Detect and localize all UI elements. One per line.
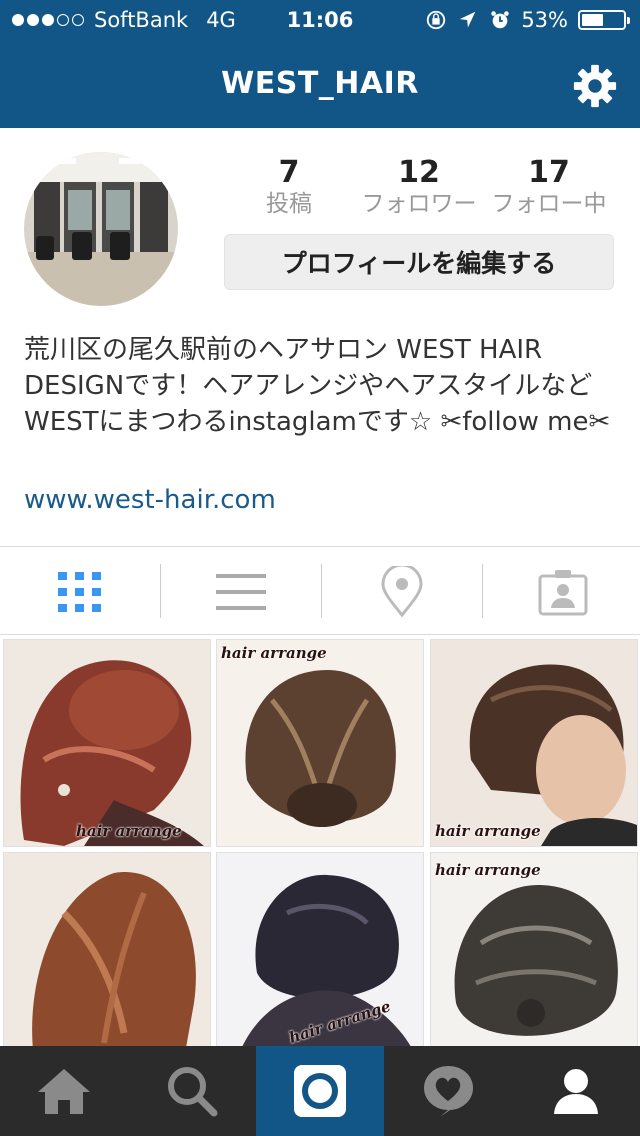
posts-label: 投稿 <box>266 191 312 217</box>
tagged-person-icon <box>538 570 588 616</box>
divider <box>0 634 640 635</box>
salon-photo <box>24 152 178 306</box>
photo-caption: hair arrange <box>221 644 327 662</box>
gear-icon[interactable] <box>572 63 618 109</box>
home-icon <box>38 1069 90 1114</box>
battery-icon <box>578 10 630 30</box>
location-pin-icon <box>381 566 423 618</box>
website-link[interactable]: www.west-hair.com <box>24 485 276 515</box>
following-stat[interactable]: 17 フォロー中 <box>484 156 614 218</box>
photo-caption: hair arrange <box>435 861 541 879</box>
bottom-nav <box>0 1046 640 1136</box>
alarm-clock-icon <box>491 11 510 29</box>
profile-icon <box>554 1069 598 1114</box>
location-arrow-icon <box>460 11 476 28</box>
followers-count: 12 <box>398 155 440 190</box>
activity-heart-icon <box>424 1065 474 1117</box>
edit-profile-button[interactable]: プロフィールを編集する <box>224 234 614 290</box>
nav-search[interactable] <box>128 1046 256 1136</box>
battery-fill <box>582 14 603 26</box>
nav-home[interactable] <box>0 1046 128 1136</box>
grid-icon <box>58 572 101 612</box>
battery-percent: 53% <box>521 8 568 32</box>
rotation-lock-icon <box>427 10 446 30</box>
avatar[interactable] <box>24 152 178 306</box>
search-icon <box>168 1067 218 1117</box>
photo-thumbnail[interactable]: hair arrange <box>216 639 424 847</box>
nav-camera[interactable] <box>256 1046 384 1136</box>
list-icon <box>216 574 266 610</box>
posts-stat[interactable]: 7 投稿 <box>224 156 354 218</box>
status-bar: SoftBank 4G 11:06 53% <box>0 0 640 40</box>
following-label: フォロー中 <box>491 191 607 217</box>
profile-stats: 7 投稿 12 フォロワー 17 フォロー中 <box>224 156 614 218</box>
photo-grid: hair arrange hair arrange hair arrange h… <box>0 636 640 1046</box>
status-right: 53% <box>425 8 630 32</box>
nav-activity[interactable] <box>384 1046 512 1136</box>
tab-tagged[interactable] <box>483 548 640 636</box>
tab-list[interactable] <box>161 548 321 636</box>
nav-profile[interactable] <box>512 1046 640 1136</box>
divider <box>0 546 640 547</box>
photo-thumbnail[interactable] <box>3 852 211 1046</box>
tab-map[interactable] <box>322 548 482 636</box>
view-tabs <box>0 548 640 636</box>
tab-grid[interactable] <box>0 548 160 636</box>
following-count: 17 <box>528 155 570 190</box>
followers-label: フォロワー <box>361 191 477 217</box>
profile-bio: 荒川区の尾久駅前のヘアサロン WEST HAIR DESIGNです！ヘアアレンジ… <box>24 335 611 437</box>
photo-caption: hair arrange <box>435 822 541 840</box>
followers-stat[interactable]: 12 フォロワー <box>354 156 484 218</box>
posts-count: 7 <box>278 155 300 190</box>
page-title: WEST_HAIR <box>221 66 419 101</box>
photo-caption: hair arrange <box>76 822 182 840</box>
photo-thumbnail[interactable]: hair arrange <box>3 639 211 847</box>
photo-thumbnail[interactable]: hair arrange <box>430 639 638 847</box>
app-header: SoftBank 4G 11:06 53% WEST_HAIR <box>0 0 640 128</box>
photo-thumbnail[interactable]: hair arrange <box>216 852 424 1046</box>
photo-thumbnail[interactable]: hair arrange <box>430 852 638 1046</box>
camera-icon <box>294 1065 346 1117</box>
